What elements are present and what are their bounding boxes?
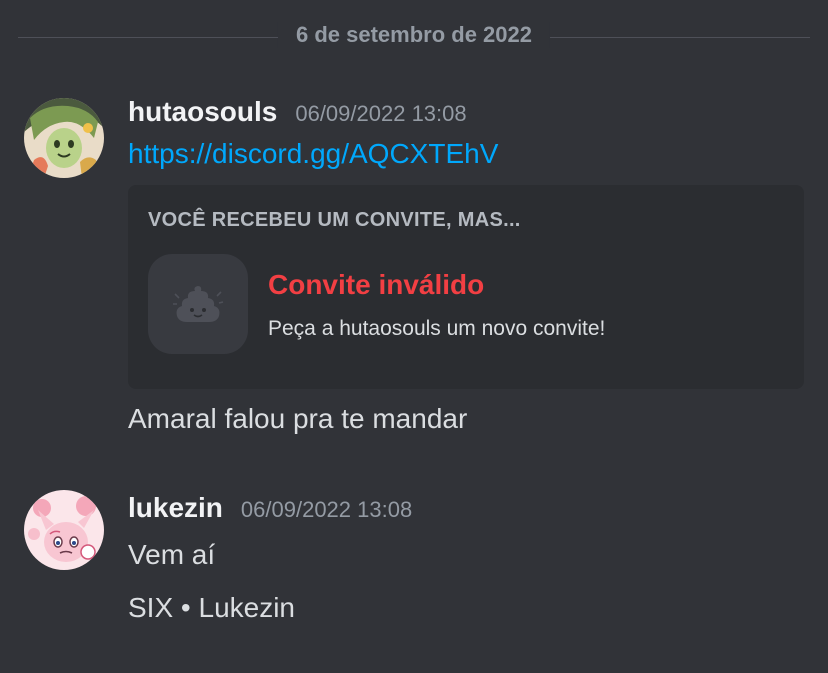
- message-header: hutaosouls 06/09/2022 13:08: [128, 96, 467, 128]
- username[interactable]: lukezin: [128, 492, 223, 524]
- date-divider-label: 6 de setembro de 2022: [277, 22, 551, 48]
- invite-embed: VOCÊ RECEBEU UM CONVITE, MAS... Convite …: [128, 185, 804, 389]
- invite-embed-subtitle: Peça a hutaosouls um novo convite!: [268, 317, 606, 340]
- chat-message-list: 6 de setembro de 2022 hutaosouls 06/09/2…: [0, 0, 828, 673]
- message-header: lukezin 06/09/2022 13:08: [128, 492, 412, 524]
- avatar-lukezin-image: [24, 490, 104, 570]
- message-text-line: SIX • Lukezin: [128, 592, 296, 623]
- timestamp[interactable]: 06/09/2022 13:08: [241, 497, 412, 523]
- message-content: https://discord.gg/AQCXTEhV: [128, 138, 498, 170]
- poop-icon: [173, 286, 224, 322]
- timestamp[interactable]: 06/09/2022 13:08: [295, 101, 466, 127]
- avatar-lukezin[interactable]: [24, 490, 104, 570]
- message-text-line: Vem aí: [128, 539, 216, 570]
- invite-embed-icon-tile: [148, 254, 248, 354]
- invite-embed-title: Convite inválido: [268, 269, 485, 300]
- avatar-hutaosouls-image: [24, 98, 104, 178]
- message-text: Amaral falou pra te mandar: [128, 403, 468, 434]
- invite-embed-heading: VOCÊ RECEBEU UM CONVITE, MAS...: [148, 209, 521, 231]
- username[interactable]: hutaosouls: [128, 96, 277, 128]
- avatar-hutaosouls[interactable]: [24, 98, 104, 178]
- invite-link[interactable]: https://discord.gg/AQCXTEhV: [128, 138, 498, 169]
